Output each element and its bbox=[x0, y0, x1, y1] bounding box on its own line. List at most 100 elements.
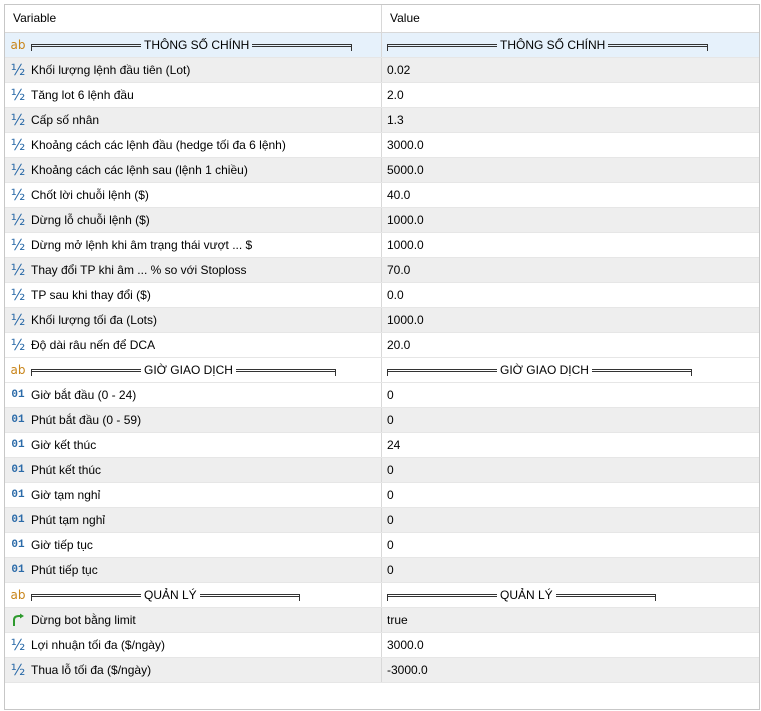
variable-cell[interactable]: 01 Phút bắt đầu (0 - 59) bbox=[5, 408, 382, 432]
variable-value[interactable]: 20.0 bbox=[387, 338, 410, 352]
table-row[interactable]: 01 Giờ tiếp tục 0 bbox=[5, 533, 759, 558]
variable-cell[interactable]: ½ Khối lượng lệnh đầu tiên (Lot) bbox=[5, 58, 382, 82]
table-row[interactable]: 01 Giờ tạm nghỉ 0 bbox=[5, 483, 759, 508]
variable-cell[interactable]: 01 Phút kết thúc bbox=[5, 458, 382, 482]
table-row[interactable]: Dừng bot bằng limit true bbox=[5, 608, 759, 633]
variable-value[interactable]: 0 bbox=[387, 413, 394, 427]
value-cell[interactable]: true bbox=[382, 608, 759, 632]
value-cell[interactable]: 0 bbox=[382, 408, 759, 432]
variable-value[interactable]: true bbox=[387, 613, 408, 627]
group-header-row[interactable]: ab THÔNG SỐ CHÍNH THÔNG SỐ CHÍNH bbox=[5, 33, 759, 58]
variable-cell[interactable]: ½ Lợi nhuận tối đa ($/ngày) bbox=[5, 633, 382, 657]
column-header-value[interactable]: Value bbox=[382, 5, 759, 32]
variable-cell[interactable]: ½ Tăng lot 6 lệnh đầu bbox=[5, 83, 382, 107]
variable-cell[interactable]: ½ Dừng lỗ chuỗi lệnh ($) bbox=[5, 208, 382, 232]
value-cell[interactable]: 1.3 bbox=[382, 108, 759, 132]
variable-cell[interactable]: ab GIỜ GIAO DỊCH bbox=[5, 358, 382, 382]
variable-value[interactable]: 3000.0 bbox=[387, 638, 424, 652]
variable-value[interactable]: -3000.0 bbox=[387, 663, 428, 677]
value-cell[interactable]: 1000.0 bbox=[382, 233, 759, 257]
value-cell[interactable]: 1000.0 bbox=[382, 308, 759, 332]
value-cell[interactable]: 40.0 bbox=[382, 183, 759, 207]
table-row[interactable]: ½ Lợi nhuận tối đa ($/ngày) 3000.0 bbox=[5, 633, 759, 658]
value-cell[interactable]: 0 bbox=[382, 508, 759, 532]
value-cell[interactable]: 5000.0 bbox=[382, 158, 759, 182]
table-row[interactable]: ½ Độ dài râu nến để DCA 20.0 bbox=[5, 333, 759, 358]
table-row[interactable]: 01 Phút bắt đầu (0 - 59) 0 bbox=[5, 408, 759, 433]
variable-cell[interactable]: Dừng bot bằng limit bbox=[5, 608, 382, 632]
variable-value[interactable]: 40.0 bbox=[387, 188, 410, 202]
variable-value[interactable]: 1000.0 bbox=[387, 238, 424, 252]
variable-cell[interactable]: ½ TP sau khi thay đổi ($) bbox=[5, 283, 382, 307]
table-row[interactable]: 01 Phút tiếp tục 0 bbox=[5, 558, 759, 583]
table-row[interactable]: ½ Khoảng cách các lệnh đầu (hedge tối đa … bbox=[5, 133, 759, 158]
table-row[interactable]: 01 Giờ kết thúc 24 bbox=[5, 433, 759, 458]
value-cell[interactable]: 0 bbox=[382, 533, 759, 557]
value-cell[interactable]: 20.0 bbox=[382, 333, 759, 357]
variable-cell[interactable]: ½ Khoảng cách các lệnh đầu (hedge tối đa … bbox=[5, 133, 382, 157]
column-header-variable[interactable]: Variable bbox=[5, 5, 382, 32]
variable-value[interactable]: 0 bbox=[387, 563, 394, 577]
table-row[interactable]: ½ Dừng lỗ chuỗi lệnh ($) 1000.0 bbox=[5, 208, 759, 233]
variable-cell[interactable]: ½ Thua lỗ tối đa ($/ngày) bbox=[5, 658, 382, 682]
variable-cell[interactable]: ½ Chốt lời chuỗi lệnh ($) bbox=[5, 183, 382, 207]
variable-cell[interactable]: ½ Độ dài râu nến để DCA bbox=[5, 333, 382, 357]
variable-value[interactable]: 0 bbox=[387, 388, 394, 402]
table-row[interactable]: ½ Khối lượng lệnh đầu tiên (Lot) 0.02 bbox=[5, 58, 759, 83]
variable-value[interactable]: 5000.0 bbox=[387, 163, 424, 177]
variable-value[interactable]: 0.0 bbox=[387, 288, 404, 302]
table-row[interactable]: 01 Phút kết thúc 0 bbox=[5, 458, 759, 483]
variable-cell[interactable]: 01 Giờ kết thúc bbox=[5, 433, 382, 457]
variable-value[interactable]: 0.02 bbox=[387, 63, 410, 77]
variable-value[interactable]: 70.0 bbox=[387, 263, 410, 277]
value-cell[interactable]: 0 bbox=[382, 383, 759, 407]
table-row[interactable]: ½ Thua lỗ tối đa ($/ngày) -3000.0 bbox=[5, 658, 759, 683]
table-row[interactable]: ½ Khối lượng tối đa (Lots) 1000.0 bbox=[5, 308, 759, 333]
variable-value[interactable]: 24 bbox=[387, 438, 400, 452]
table-row[interactable]: ½ TP sau khi thay đổi ($) 0.0 bbox=[5, 283, 759, 308]
variable-value[interactable]: 1.3 bbox=[387, 113, 404, 127]
variable-cell[interactable]: ½ Khoảng cách các lệnh sau (lệnh 1 chiều) bbox=[5, 158, 382, 182]
table-row[interactable]: 01 Giờ bắt đầu (0 - 24) 0 bbox=[5, 383, 759, 408]
value-cell[interactable]: 3000.0 bbox=[382, 133, 759, 157]
variable-cell[interactable]: 01 Phút tạm nghỉ bbox=[5, 508, 382, 532]
variable-cell[interactable]: ½ Cấp số nhân bbox=[5, 108, 382, 132]
value-cell[interactable]: 0 bbox=[382, 458, 759, 482]
variable-cell[interactable]: 01 Phút tiếp tục bbox=[5, 558, 382, 582]
variable-value[interactable]: 0 bbox=[387, 488, 394, 502]
value-cell[interactable]: 0.02 bbox=[382, 58, 759, 82]
table-row[interactable]: ½ Chốt lời chuỗi lệnh ($) 40.0 bbox=[5, 183, 759, 208]
group-header-row[interactable]: ab QUẢN LÝ QUẢN LÝ bbox=[5, 583, 759, 608]
table-row[interactable]: ½ Tăng lot 6 lệnh đầu 2.0 bbox=[5, 83, 759, 108]
value-cell[interactable]: 70.0 bbox=[382, 258, 759, 282]
value-cell[interactable]: 24 bbox=[382, 433, 759, 457]
variable-value[interactable]: 0 bbox=[387, 463, 394, 477]
variable-value[interactable]: 1000.0 bbox=[387, 313, 424, 327]
variable-cell[interactable]: ab QUẢN LÝ bbox=[5, 583, 382, 607]
value-cell[interactable]: 2.0 bbox=[382, 83, 759, 107]
variable-cell[interactable]: 01 Giờ tạm nghỉ bbox=[5, 483, 382, 507]
value-cell[interactable]: THÔNG SỐ CHÍNH bbox=[382, 33, 759, 57]
variable-cell[interactable]: ab THÔNG SỐ CHÍNH bbox=[5, 33, 382, 57]
variable-value[interactable]: 0 bbox=[387, 538, 394, 552]
value-cell[interactable]: -3000.0 bbox=[382, 658, 759, 682]
variable-cell[interactable]: ½ Khối lượng tối đa (Lots) bbox=[5, 308, 382, 332]
variable-cell[interactable]: 01 Giờ bắt đầu (0 - 24) bbox=[5, 383, 382, 407]
value-cell[interactable]: QUẢN LÝ bbox=[382, 583, 759, 607]
value-cell[interactable]: 0.0 bbox=[382, 283, 759, 307]
value-cell[interactable]: 1000.0 bbox=[382, 208, 759, 232]
table-row[interactable]: ½ Dừng mở lệnh khi âm trạng thái vượt ...… bbox=[5, 233, 759, 258]
table-row[interactable]: ½ Cấp số nhân 1.3 bbox=[5, 108, 759, 133]
table-row[interactable]: ½ Thay đổi TP khi âm ... % so với Stoplos… bbox=[5, 258, 759, 283]
variable-cell[interactable]: 01 Giờ tiếp tục bbox=[5, 533, 382, 557]
variable-value[interactable]: 1000.0 bbox=[387, 213, 424, 227]
value-cell[interactable]: GIỜ GIAO DỊCH bbox=[382, 358, 759, 382]
value-cell[interactable]: 3000.0 bbox=[382, 633, 759, 657]
variable-cell[interactable]: ½ Dừng mở lệnh khi âm trạng thái vượt ...… bbox=[5, 233, 382, 257]
variable-value[interactable]: 3000.0 bbox=[387, 138, 424, 152]
variable-value[interactable]: 0 bbox=[387, 513, 394, 527]
value-cell[interactable]: 0 bbox=[382, 558, 759, 582]
table-row[interactable]: ½ Khoảng cách các lệnh sau (lệnh 1 chiều)… bbox=[5, 158, 759, 183]
table-row[interactable]: 01 Phút tạm nghỉ 0 bbox=[5, 508, 759, 533]
group-header-row[interactable]: ab GIỜ GIAO DỊCH GIỜ GIAO DỊCH bbox=[5, 358, 759, 383]
